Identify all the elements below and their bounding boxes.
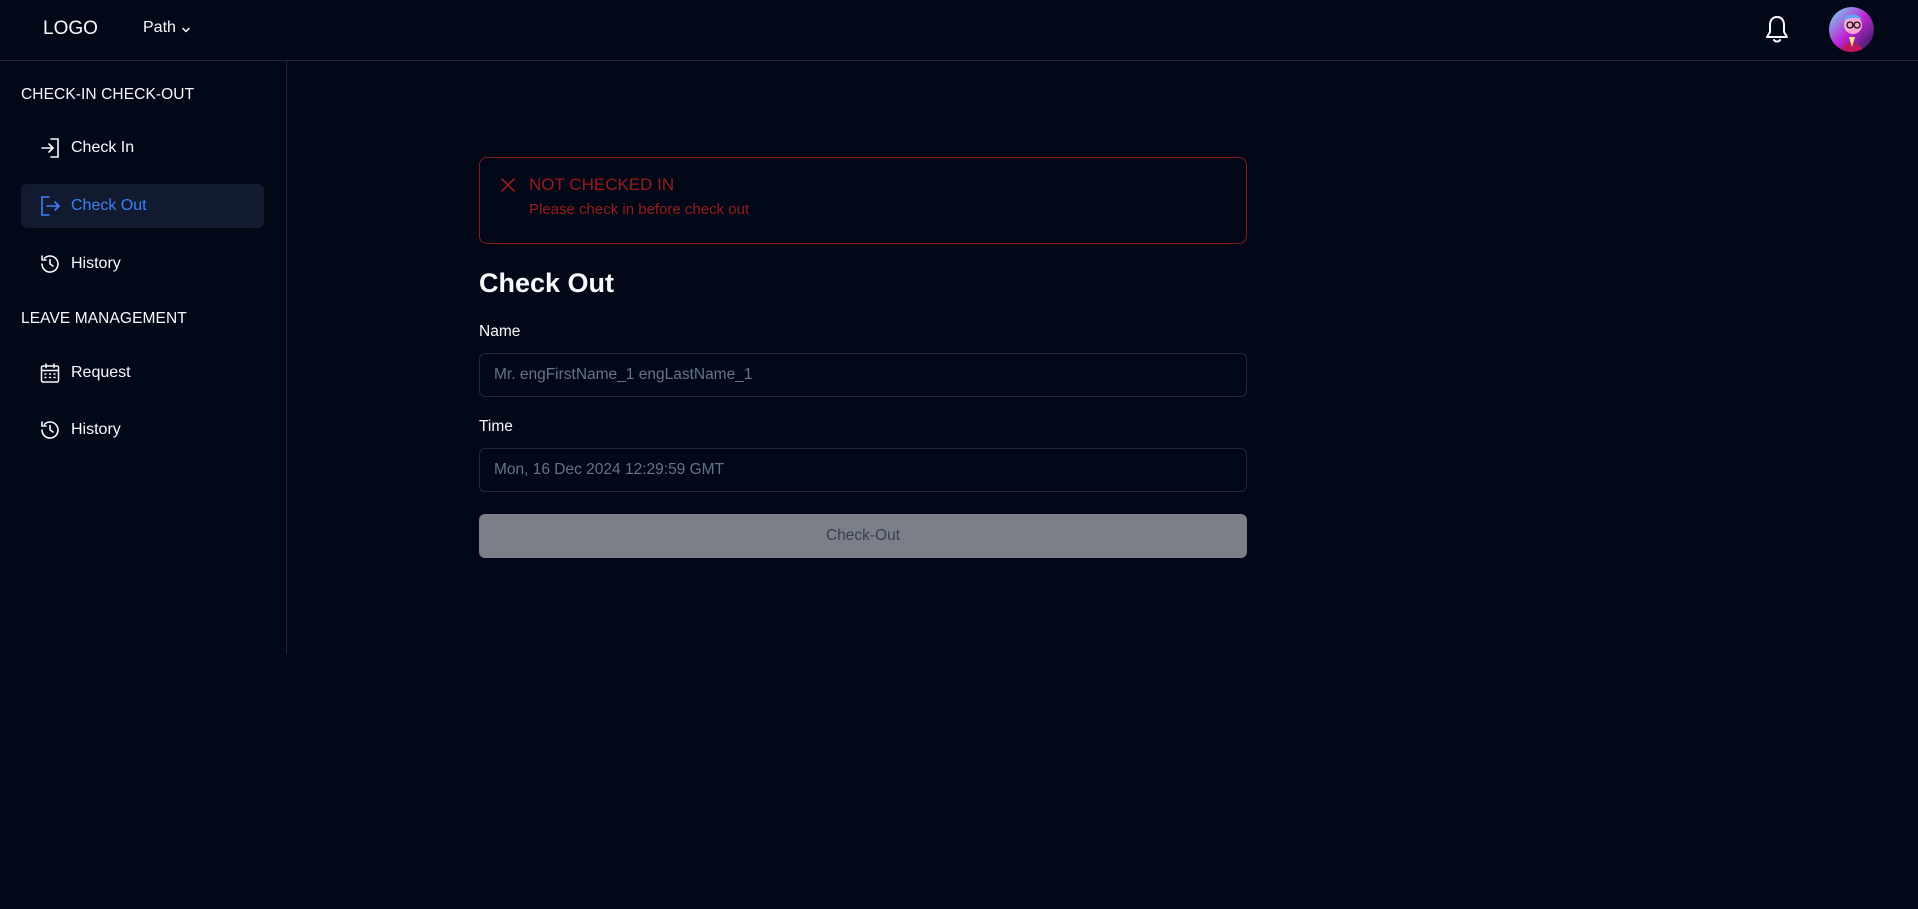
sidebar-item-label: History (71, 255, 121, 272)
name-field[interactable] (479, 353, 1247, 397)
bell-icon[interactable] (1763, 14, 1791, 44)
sidebar-item-check-in[interactable]: Check In (21, 126, 264, 170)
avatar[interactable] (1829, 7, 1874, 52)
section-title-check-in-check-out: CHECK-IN CHECK-OUT (21, 86, 195, 103)
top-bar: LOGO Path (0, 0, 1918, 61)
page-title: Check Out (479, 268, 615, 298)
path-dropdown[interactable]: Path (143, 19, 192, 37)
logo[interactable]: LOGO (43, 18, 98, 40)
sidebar-item-request[interactable]: Request (21, 351, 264, 395)
calendar-icon (40, 363, 60, 383)
user-avatar-icon (1829, 7, 1874, 52)
sidebar: CHECK-IN CHECK-OUT Check In Check Out Hi… (0, 61, 287, 654)
chevron-down-icon (182, 27, 190, 32)
section-title-leave-management: LEAVE MANAGEMENT (21, 310, 187, 327)
sidebar-item-check-out[interactable]: Check Out (21, 184, 264, 228)
sidebar-item-label: History (71, 421, 121, 438)
history-icon (41, 421, 59, 439)
alert-title: NOT CHECKED IN (529, 175, 675, 194)
history-icon (41, 255, 59, 273)
sidebar-item-leave-history[interactable]: History (21, 408, 264, 452)
check-out-icon (41, 196, 60, 216)
sidebar-item-label: Request (71, 364, 131, 381)
sidebar-item-label: Check Out (71, 197, 147, 214)
time-label: Time (479, 418, 513, 435)
time-field[interactable] (479, 448, 1247, 492)
check-out-button[interactable]: Check-Out (479, 514, 1247, 558)
error-alert: NOT CHECKED IN Please check in before ch… (479, 157, 1247, 244)
path-dropdown-label: Path (143, 19, 176, 36)
check-in-icon (41, 138, 59, 158)
sidebar-item-history[interactable]: History (21, 242, 264, 286)
close-icon (501, 178, 515, 192)
name-label: Name (479, 323, 521, 340)
alert-description: Please check in before check out (529, 201, 750, 218)
sidebar-item-label: Check In (71, 139, 135, 156)
